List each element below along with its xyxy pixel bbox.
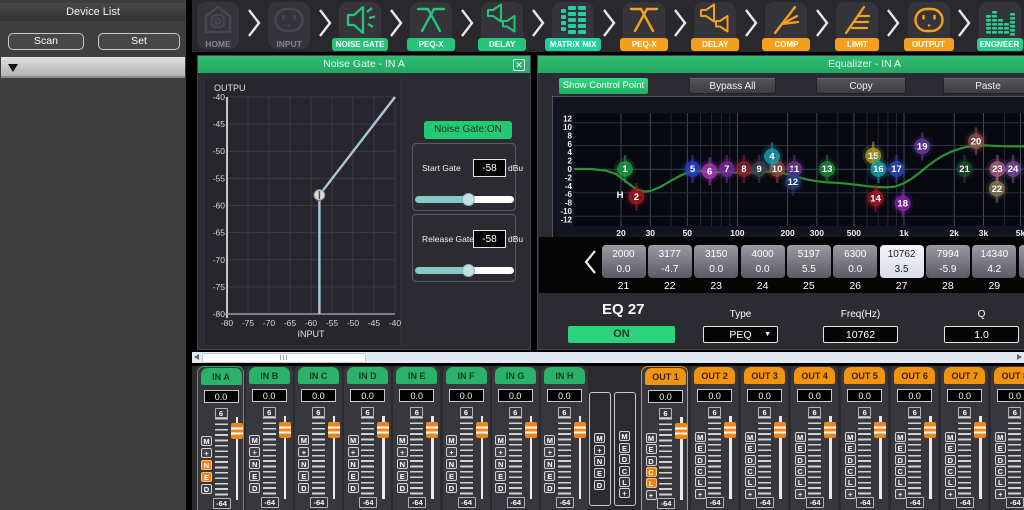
svg-text:-50: -50 [213,146,226,156]
svg-text:-75: -75 [213,282,226,292]
svg-text:-60: -60 [213,201,226,211]
svg-text:23: 23 [992,164,1003,175]
svg-text:17: 17 [891,164,902,175]
svg-text:-70: -70 [263,318,276,328]
svg-text:19: 19 [917,142,928,153]
svg-text:9: 9 [756,164,761,175]
svg-text:-55: -55 [213,173,226,183]
svg-text:H: H [617,190,624,201]
svg-text:-65: -65 [284,318,297,328]
svg-text:-55: -55 [326,318,339,328]
svg-text:-70: -70 [213,255,226,265]
svg-text:-45: -45 [213,119,226,129]
svg-text:13: 13 [822,164,833,175]
svg-text:1: 1 [622,164,628,175]
svg-text:18: 18 [897,199,908,210]
svg-text:8: 8 [741,164,746,175]
svg-text:-80: -80 [221,318,234,328]
svg-text:-65: -65 [213,228,226,238]
svg-text:12: 12 [788,177,799,188]
svg-text:-60: -60 [305,318,318,328]
svg-text:5: 5 [690,164,696,175]
svg-text:6: 6 [707,166,712,177]
svg-text:21: 21 [959,164,970,175]
svg-text:4: 4 [769,152,775,163]
svg-text:-50: -50 [347,318,360,328]
svg-text:-12: -12 [560,215,572,224]
svg-text:7: 7 [724,164,729,175]
svg-text:2: 2 [634,192,639,203]
svg-text:INPUT: INPUT [298,329,326,339]
svg-text:-75: -75 [242,318,255,328]
svg-text:-45: -45 [368,318,381,328]
svg-text:14: 14 [870,194,881,205]
svg-text:-40: -40 [389,318,401,328]
svg-text:OUTPU: OUTPU [214,83,246,93]
svg-text:16: 16 [873,164,884,175]
svg-text:24: 24 [1008,164,1019,175]
svg-text:20: 20 [971,137,982,148]
svg-text:22: 22 [992,184,1003,195]
svg-text:-40: -40 [213,92,226,102]
